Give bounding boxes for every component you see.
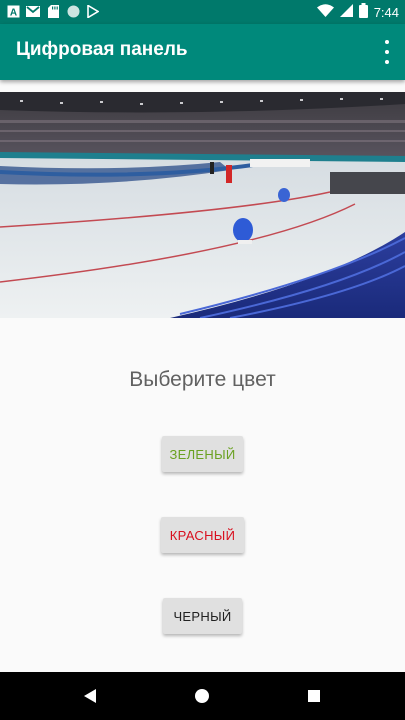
- green-button[interactable]: Зеленый: [162, 436, 243, 472]
- notification-icons: A: [6, 4, 100, 18]
- wifi-icon: [316, 3, 334, 22]
- play-store-icon: [86, 4, 100, 18]
- home-icon[interactable]: [195, 689, 209, 703]
- system-icons: 7:44: [316, 3, 399, 22]
- circle-icon: [66, 4, 80, 18]
- recents-icon[interactable]: [308, 690, 320, 702]
- status-bar: A 7:44: [0, 0, 405, 24]
- gmail-icon: [26, 4, 40, 18]
- more-vert-icon[interactable]: [381, 40, 393, 64]
- navigation-bar: [0, 672, 405, 720]
- sd-card-icon: [46, 4, 60, 18]
- choose-color-label: Выберите цвет: [129, 368, 276, 391]
- app-bar: Цифровая панель: [0, 24, 405, 80]
- clock: 7:44: [373, 5, 399, 20]
- app-title: Цифровая панель: [16, 39, 188, 60]
- svg-text:A: A: [9, 7, 16, 18]
- signal-icon: [339, 3, 353, 22]
- hero-image: [0, 92, 405, 318]
- back-icon[interactable]: [84, 688, 96, 707]
- red-button[interactable]: Красный: [161, 517, 244, 553]
- black-button[interactable]: Черный: [163, 598, 242, 634]
- battery-icon: [358, 3, 368, 22]
- text-a-icon: A: [6, 4, 20, 18]
